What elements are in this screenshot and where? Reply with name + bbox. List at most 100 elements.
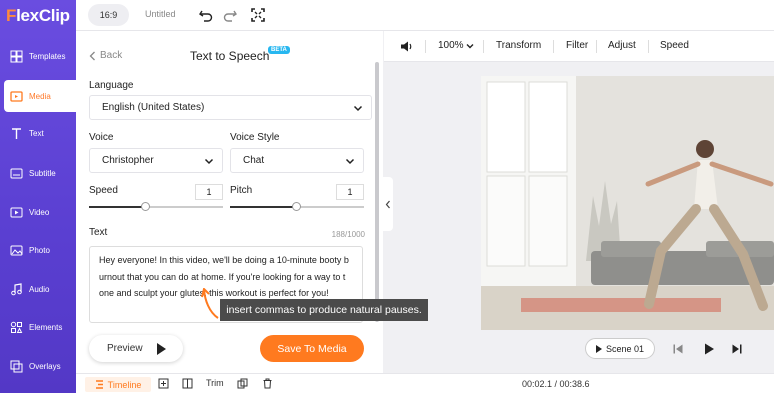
pitch-slider-knob[interactable] <box>292 202 301 211</box>
divider <box>425 40 426 53</box>
back-label: Back <box>100 50 123 61</box>
sidebar-item-overlays[interactable]: Overlays <box>0 350 76 382</box>
play-icon[interactable] <box>702 342 716 356</box>
voice-style-value: Chat <box>243 155 265 166</box>
text-icon <box>9 126 23 140</box>
scene-label: Scene 01 <box>605 343 645 354</box>
chevron-left-icon <box>385 200 390 208</box>
aspect-ratio-button[interactable]: 16:9 <box>88 4 129 26</box>
sidebar-item-label: Templates <box>29 51 66 61</box>
sidebar-item-label: Overlays <box>29 361 61 371</box>
speed-value-input[interactable]: 1 <box>195 184 223 200</box>
pitch-slider-fill <box>230 206 297 208</box>
text-line: urnout that you can do at home. If you'r… <box>99 271 346 282</box>
overlays-icon <box>9 359 23 373</box>
transform-button[interactable]: Transform <box>496 40 541 51</box>
zoom-value: 100% <box>438 40 464 51</box>
pitch-slider[interactable] <box>230 202 364 211</box>
timeline-label: Timeline <box>107 379 142 390</box>
preview-label: Preview <box>107 343 143 354</box>
sidebar-item-label: Subtitle <box>29 168 56 178</box>
elements-icon <box>9 320 23 334</box>
sidebar-item-audio[interactable]: Audio <box>0 273 76 305</box>
video-frame-yoga <box>481 76 774 330</box>
divider <box>648 40 649 53</box>
audio-icon <box>9 282 23 296</box>
preview-button[interactable]: Preview <box>89 335 183 362</box>
sidebar-item-subtitle[interactable]: Subtitle <box>0 157 76 189</box>
sidebar-item-photo[interactable]: Photo <box>0 234 76 266</box>
top-bar: 16:9 Untitled <box>76 0 774 31</box>
speed-button[interactable]: Speed <box>660 40 689 51</box>
canvas-toolbar: 100% Transform Filter Adjust Speed <box>384 31 774 62</box>
sidebar-item-video[interactable]: Video <box>0 196 76 228</box>
sidebar-item-label: Photo <box>29 245 50 255</box>
undo-icon[interactable] <box>198 7 214 23</box>
pause-tip-tooltip: insert commas to produce natural pauses. <box>220 299 428 321</box>
video-preview[interactable] <box>481 76 774 330</box>
bottom-bar: Timeline Trim 00:02.1 / 00:38.6 <box>76 373 774 393</box>
speed-slider[interactable] <box>89 202 223 211</box>
collapse-panel-handle[interactable] <box>383 177 393 231</box>
voice-style-label: Voice Style <box>230 132 280 143</box>
save-to-media-button[interactable]: Save To Media <box>260 335 364 362</box>
fullscreen-icon[interactable] <box>250 7 266 23</box>
project-title[interactable]: Untitled <box>145 9 176 19</box>
redo-icon[interactable] <box>222 7 238 23</box>
sidebar-item-templates[interactable]: Templates <box>0 40 76 72</box>
video-icon <box>9 205 23 219</box>
zoom-dropdown[interactable]: 100% <box>438 40 474 51</box>
volume-icon[interactable] <box>400 40 414 53</box>
play-icon <box>157 343 166 355</box>
sidebar-item-label: Media <box>29 91 51 101</box>
templates-icon <box>9 49 23 63</box>
split-icon[interactable] <box>182 378 193 389</box>
language-label: Language <box>89 80 134 91</box>
chevron-down-icon <box>353 105 363 112</box>
voice-value: Christopher <box>102 155 154 166</box>
skip-forward-icon[interactable] <box>731 343 743 355</box>
text-to-speech-panel: Back Text to Speech BETA Language Englis… <box>76 31 383 373</box>
chevron-left-icon <box>89 51 95 60</box>
chevron-down-icon <box>466 43 474 48</box>
voice-label: Voice <box>89 132 114 143</box>
divider <box>596 40 597 53</box>
speed-slider-knob[interactable] <box>141 202 150 211</box>
chevron-down-icon <box>345 158 355 165</box>
voice-style-select[interactable]: Chat <box>230 148 364 173</box>
panel-scrollbar[interactable] <box>375 62 379 322</box>
adjust-button[interactable]: Adjust <box>608 40 636 51</box>
speed-slider-fill <box>89 206 146 208</box>
flexclip-logo[interactable]: FlexClip <box>6 6 70 26</box>
duplicate-icon[interactable] <box>237 378 248 389</box>
skip-back-icon[interactable] <box>672 343 684 355</box>
pitch-value-input[interactable]: 1 <box>336 184 364 200</box>
sidebar-item-text[interactable]: Text <box>0 117 76 149</box>
play-icon <box>595 344 602 353</box>
sidebar-item-label: Video <box>29 207 50 217</box>
panel-title: Text to Speech <box>190 49 270 63</box>
beta-badge: BETA <box>268 46 290 54</box>
sidebar-item-media[interactable]: Media <box>4 80 76 112</box>
voice-select[interactable]: Christopher <box>89 148 223 173</box>
text-line: Hey everyone! In this video, we'll be do… <box>99 255 349 265</box>
back-button[interactable]: Back <box>89 50 122 61</box>
trim-button[interactable]: Trim <box>206 378 224 388</box>
trash-icon[interactable] <box>262 378 273 389</box>
filter-button[interactable]: Filter <box>566 40 588 51</box>
divider <box>553 40 554 53</box>
add-scene-icon[interactable] <box>158 378 169 389</box>
scene-selector[interactable]: Scene 01 <box>585 338 655 359</box>
language-value: English (United States) <box>102 102 205 113</box>
sidebar-item-elements[interactable]: Elements <box>0 311 76 343</box>
sidebar-item-label: Audio <box>29 284 50 294</box>
pitch-label: Pitch <box>230 185 253 196</box>
timeline-tab[interactable]: Timeline <box>85 377 151 392</box>
text-label: Text <box>89 227 108 238</box>
photo-icon <box>9 243 23 257</box>
language-select[interactable]: English (United States) <box>89 95 372 120</box>
character-counter: 188/1000 <box>331 230 365 239</box>
chevron-down-icon <box>204 158 214 165</box>
subtitle-icon <box>9 166 23 180</box>
timeline-icon <box>95 380 103 389</box>
